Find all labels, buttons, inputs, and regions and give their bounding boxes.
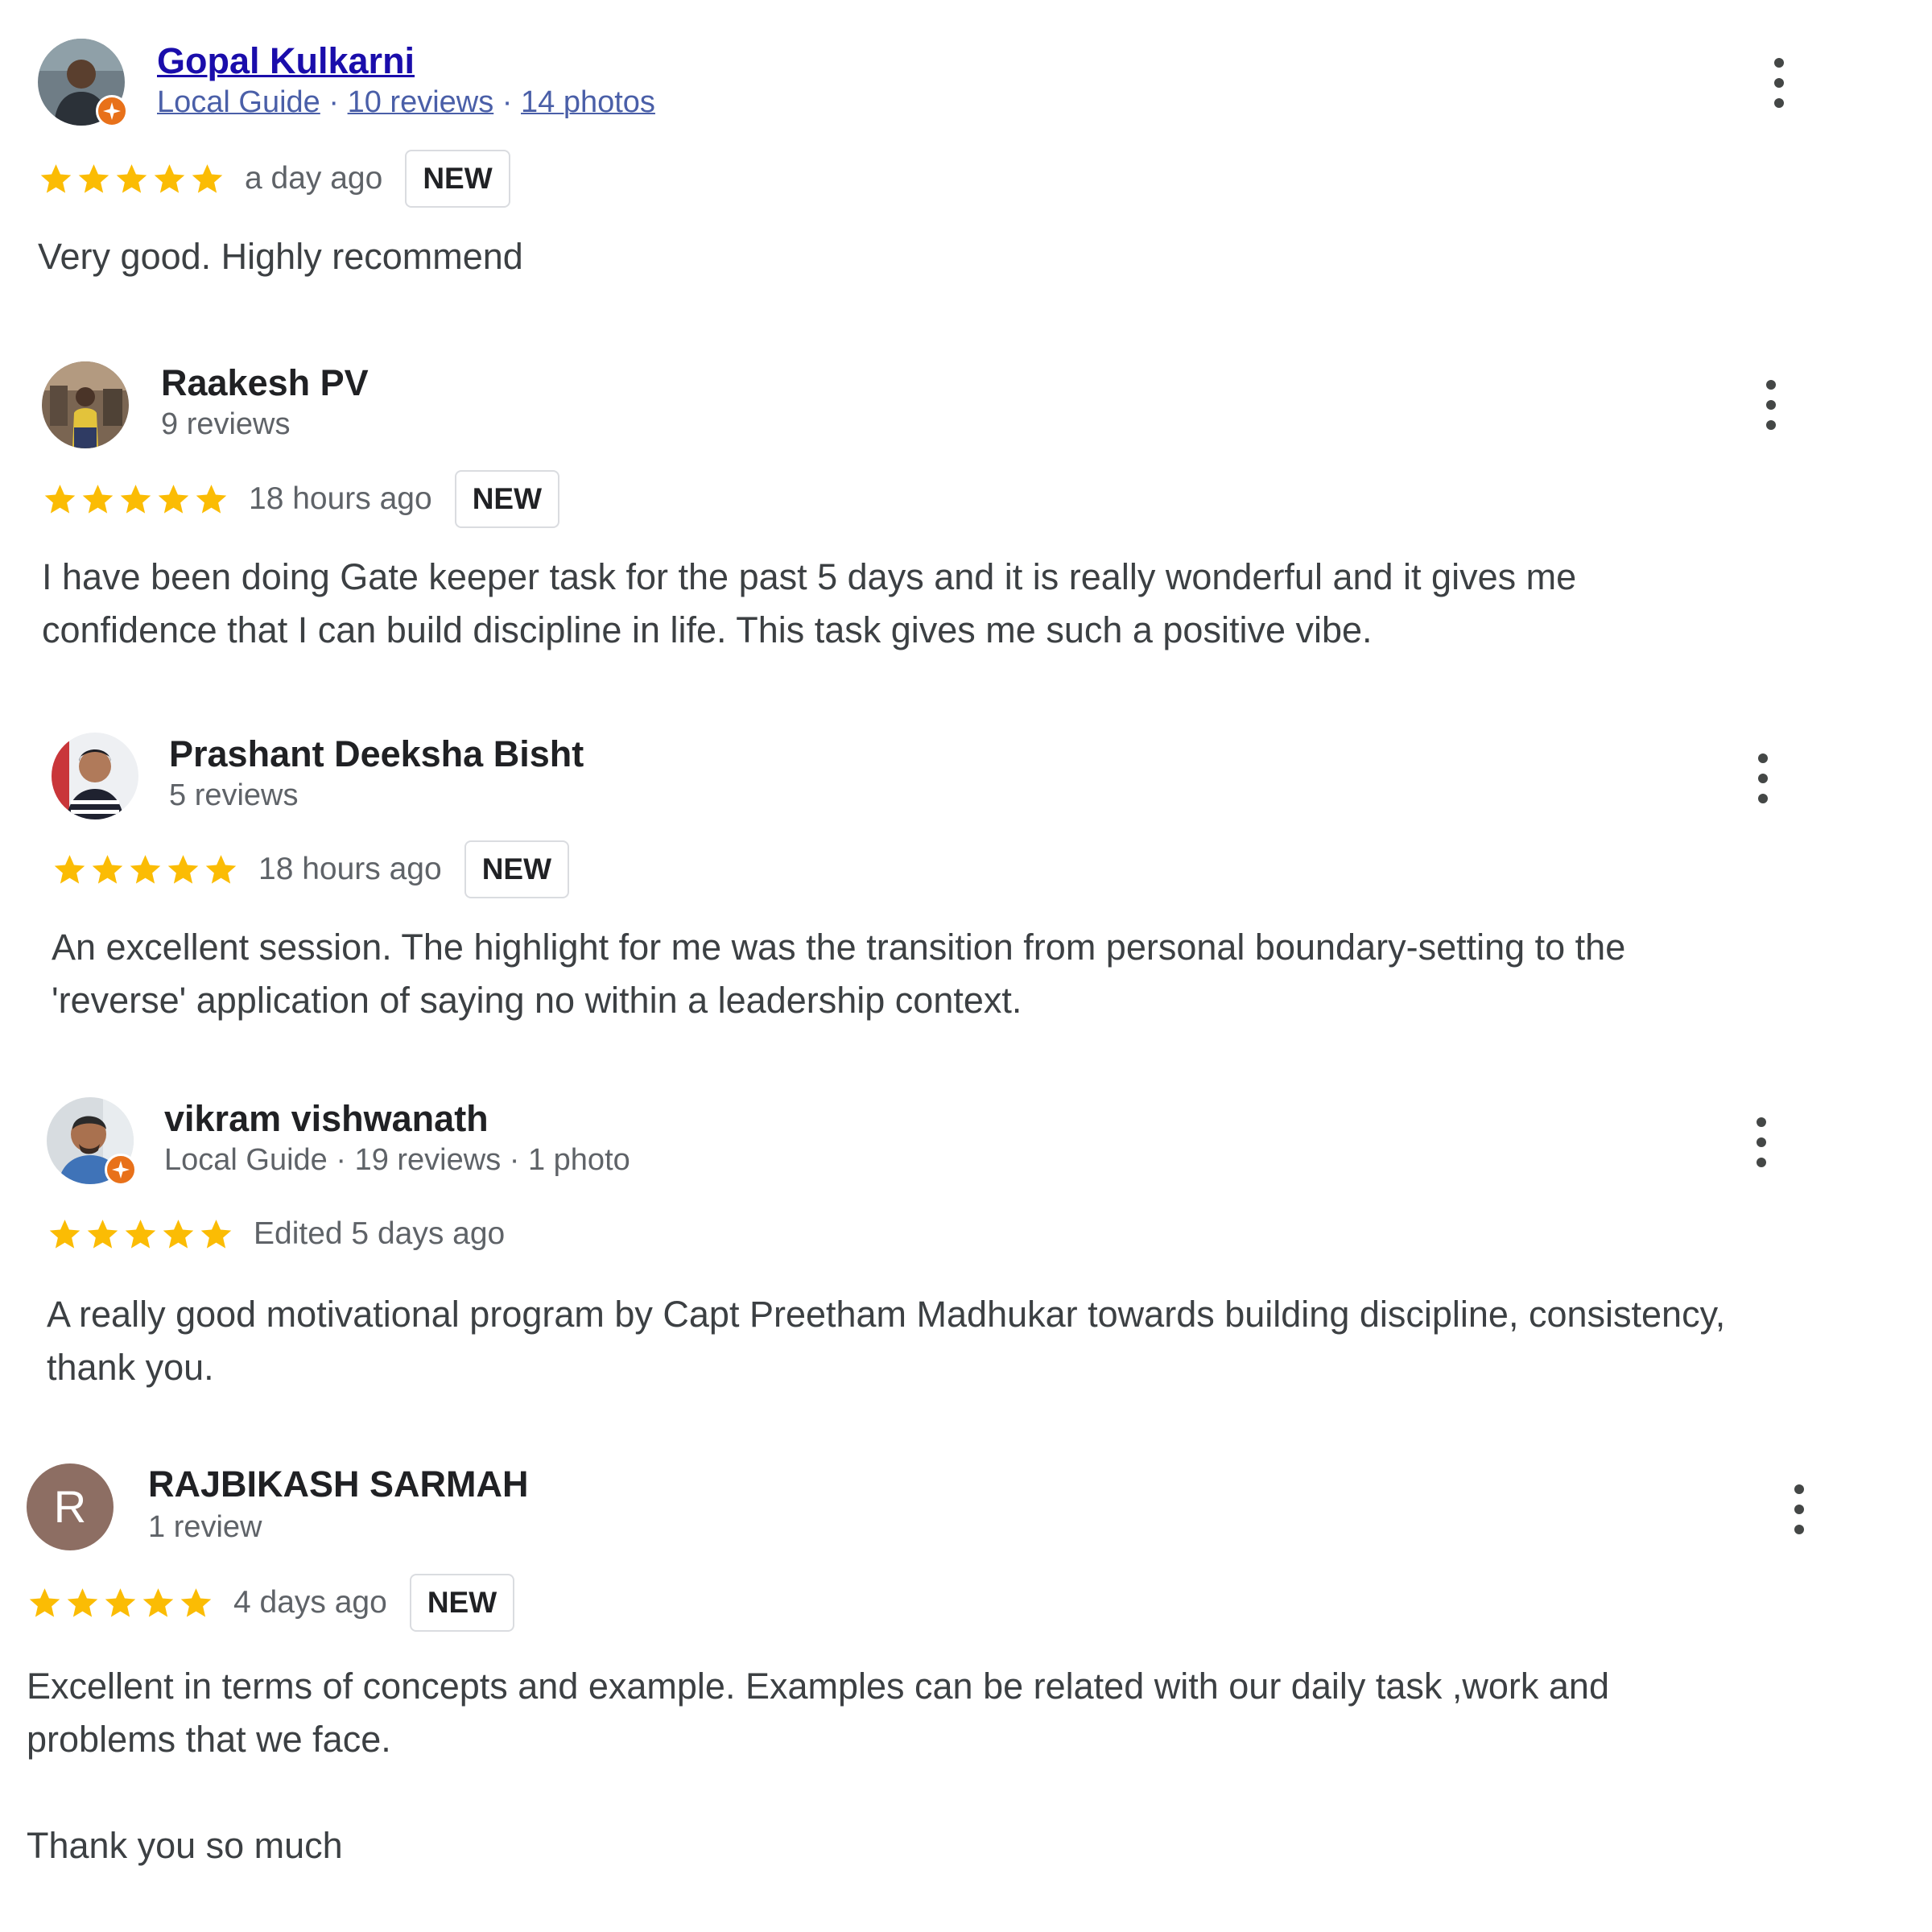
star-rating xyxy=(27,1585,216,1621)
new-badge: NEW xyxy=(454,470,560,528)
avatar-letter: R xyxy=(27,1463,114,1550)
review-card: Gopal Kulkarni Local Guide · 10 reviews … xyxy=(0,0,1852,306)
star-icon xyxy=(38,161,74,197)
review-time: 18 hours ago xyxy=(258,852,442,886)
local-guide-badge-icon xyxy=(96,95,128,127)
reviewer-meta[interactable]: Local Guide · 19 reviews · 1 photo xyxy=(164,1143,630,1178)
avatar[interactable]: R xyxy=(27,1463,114,1550)
star-rating xyxy=(52,852,241,888)
star-icon xyxy=(189,161,225,197)
star-rating xyxy=(42,481,231,518)
new-badge: NEW xyxy=(409,1574,515,1632)
star-icon xyxy=(27,1585,63,1621)
review-text: Excellent in terms of concepts and examp… xyxy=(27,1666,1609,1866)
star-icon xyxy=(203,852,239,888)
local-guide-badge-icon xyxy=(105,1154,137,1186)
avatar-photo xyxy=(42,361,129,448)
more-vert-icon xyxy=(1783,1481,1815,1538)
more-options-button[interactable] xyxy=(1747,750,1779,807)
more-options-button[interactable] xyxy=(1763,55,1795,111)
new-badge: NEW xyxy=(464,840,570,898)
star-icon xyxy=(64,1585,101,1621)
star-icon xyxy=(118,481,154,518)
star-icon xyxy=(89,852,126,888)
reviewer-name[interactable]: Prashant Deeksha Bisht xyxy=(169,733,584,775)
more-vert-icon xyxy=(1763,55,1795,111)
review-text: A really good motivational program by Ca… xyxy=(47,1294,1726,1388)
reviewer-name[interactable]: RAJBIKASH SARMAH xyxy=(148,1463,529,1505)
review-time: a day ago xyxy=(245,161,383,196)
more-vert-icon xyxy=(1755,377,1787,433)
star-icon xyxy=(102,1585,138,1621)
reviewer-meta[interactable]: 9 reviews xyxy=(161,407,291,442)
avatar[interactable] xyxy=(38,39,128,127)
avatar-photo xyxy=(52,733,138,819)
star-icon xyxy=(140,1585,176,1621)
star-icon xyxy=(122,1216,159,1253)
more-vert-icon xyxy=(1747,750,1779,807)
star-icon xyxy=(42,481,78,518)
star-icon xyxy=(114,161,150,197)
star-icon xyxy=(165,852,201,888)
star-icon xyxy=(151,161,188,197)
star-icon xyxy=(160,1216,196,1253)
rating-row: 4 days ago NEW xyxy=(27,1574,515,1632)
review-time: 18 hours ago xyxy=(249,481,432,516)
star-icon xyxy=(193,481,229,518)
more-options-button[interactable] xyxy=(1755,377,1787,433)
reviewer-name[interactable]: Raakesh PV xyxy=(161,362,369,404)
rating-row: 18 hours ago NEW xyxy=(42,470,560,528)
star-icon xyxy=(198,1216,234,1253)
meta-local-guide[interactable]: Local Guide xyxy=(157,85,320,119)
reviewer-meta[interactable]: 1 review xyxy=(148,1510,262,1545)
star-icon xyxy=(178,1585,214,1621)
star-icon xyxy=(47,1216,83,1253)
review-text: Very good. Highly recommend xyxy=(38,236,523,277)
meta-reviews-count[interactable]: 10 reviews xyxy=(348,85,494,119)
review-text: An excellent session. The highlight for … xyxy=(52,927,1626,1021)
avatar[interactable] xyxy=(52,733,138,819)
review-time: Edited 5 days ago xyxy=(254,1216,506,1251)
reviewer-meta[interactable]: 5 reviews xyxy=(169,778,299,813)
star-icon xyxy=(155,481,192,518)
rating-row: 18 hours ago NEW xyxy=(52,840,570,898)
avatar[interactable] xyxy=(42,361,129,448)
reviews-list: Gopal Kulkarni Local Guide · 10 reviews … xyxy=(0,0,1932,1932)
meta-photos-count[interactable]: 14 photos xyxy=(521,85,655,119)
avatar[interactable] xyxy=(47,1097,137,1186)
new-badge: NEW xyxy=(405,150,510,208)
star-icon xyxy=(80,481,116,518)
more-options-button[interactable] xyxy=(1783,1481,1815,1538)
star-icon xyxy=(127,852,163,888)
star-rating xyxy=(38,161,227,197)
review-text: I have been doing Gate keeper task for t… xyxy=(42,556,1577,650)
star-icon xyxy=(85,1216,121,1253)
star-rating xyxy=(47,1216,236,1253)
rating-row: a day ago NEW xyxy=(38,150,510,208)
more-vert-icon xyxy=(1745,1114,1777,1170)
reviewer-name[interactable]: Gopal Kulkarni xyxy=(157,40,415,82)
star-icon xyxy=(52,852,88,888)
reviewer-meta[interactable]: Local Guide · 10 reviews · 14 photos xyxy=(157,85,655,120)
reviewer-name[interactable]: vikram vishwanath xyxy=(164,1098,489,1140)
star-icon xyxy=(76,161,112,197)
rating-row: Edited 5 days ago xyxy=(47,1212,505,1257)
review-time: 4 days ago xyxy=(233,1585,387,1620)
more-options-button[interactable] xyxy=(1745,1114,1777,1170)
